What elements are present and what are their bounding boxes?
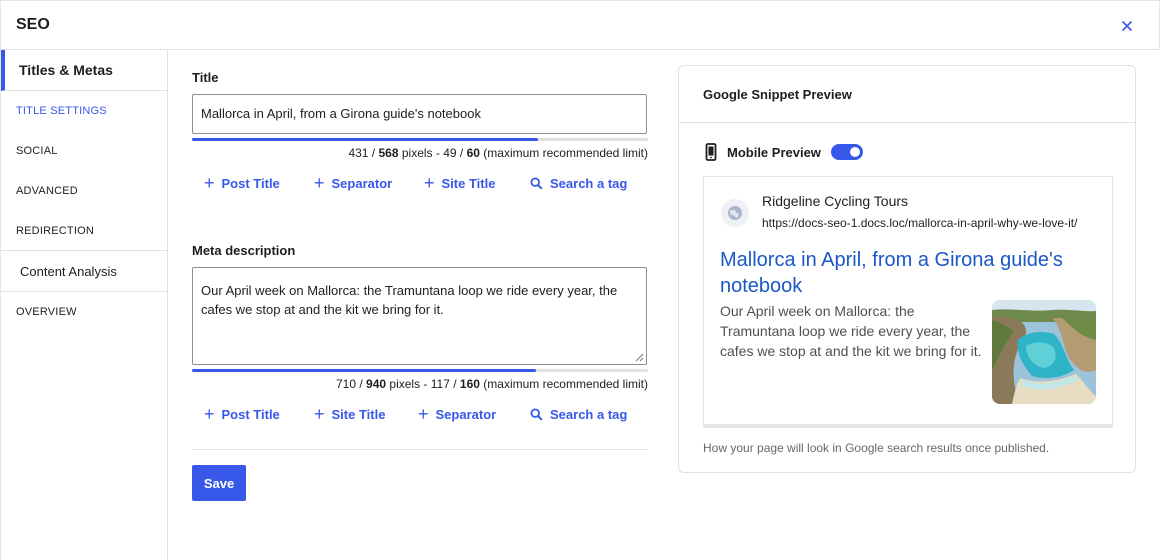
plus-icon: + <box>424 173 435 193</box>
plus-icon: + <box>314 173 325 193</box>
sidebar-item-overview[interactable]: OVERVIEW <box>1 292 167 332</box>
snippet-description: Our April week on Mallorca: the Tramunta… <box>720 303 982 359</box>
search-icon <box>530 176 543 190</box>
meta-chars-used: 117 <box>430 377 450 391</box>
smartphone-icon <box>705 143 717 161</box>
tag-label: Search a tag <box>550 175 628 191</box>
plus-icon: + <box>204 173 215 193</box>
meta-counter: 710 / 940 pixels - 117 / 160 (maximum re… <box>335 377 648 391</box>
toggle-knob <box>849 147 860 157</box>
search-icon <box>530 407 543 421</box>
title-pixels-used: 431 <box>348 146 369 160</box>
tab-titles-metas[interactable]: Titles & Metas <box>1 50 167 91</box>
save-button[interactable]: Save <box>192 465 246 501</box>
preview-divider <box>679 122 1135 123</box>
meta-pixel-bar-fill <box>192 369 537 372</box>
title-chars-used: 49 <box>443 146 457 160</box>
meta-pixel-bar <box>192 369 648 372</box>
title-pixel-bar-fill <box>192 138 539 141</box>
title-tag-search[interactable]: Search a tag <box>530 174 627 192</box>
meta-chars-max: 160 <box>459 377 480 391</box>
sidebar-item-title-settings[interactable]: TITLE SETTINGS <box>1 91 167 131</box>
meta-textarea-value: Our April week on Mallorca: the Tramunta… <box>201 283 618 317</box>
meta-description-textarea[interactable]: Our April week on Mallorca: the Tramunta… <box>192 267 647 365</box>
title-chars-max: 60 <box>466 146 480 160</box>
snippet-url: https://docs-seo-1.docs.loc/mallorca-in-… <box>762 216 1078 230</box>
title-label: Title <box>192 70 219 85</box>
google-snippet: Ridgeline Cycling Tours https://docs-seo… <box>703 176 1113 428</box>
plus-icon: + <box>418 404 429 424</box>
tag-label: Post Title <box>221 406 280 422</box>
tag-label: Separator <box>331 175 393 191</box>
title-tag-post-title[interactable]: + Post Title <box>204 174 314 192</box>
meta-limit-note: (maximum recommended limit) <box>483 377 648 391</box>
snippet-site-name: Ridgeline Cycling Tours <box>762 193 909 209</box>
meta-label: Meta description <box>192 243 296 258</box>
title-tag-separator[interactable]: + Separator <box>314 174 424 192</box>
plus-icon: + <box>204 404 215 424</box>
close-icon <box>1121 20 1133 32</box>
meta-tag-separator[interactable]: + Separator <box>418 405 530 423</box>
tag-label: Site Title <box>441 175 496 191</box>
preview-title: Google Snippet Preview <box>703 87 852 102</box>
beach-cove-image <box>992 300 1096 404</box>
modal-header: SEO <box>0 0 1160 50</box>
mobile-preview-toggle[interactable] <box>830 144 863 160</box>
title-tag-site-title[interactable]: + Site Title <box>424 174 530 192</box>
tag-label: Post Title <box>221 175 280 191</box>
sidebar-item-advanced[interactable]: ADVANCED <box>1 171 167 211</box>
tag-label: Site Title <box>331 406 386 422</box>
mobile-preview-label: Mobile Preview <box>727 144 821 160</box>
snippet-title-link[interactable]: Mallorca in April, from a Girona guide's… <box>720 247 1100 299</box>
tab-content-analysis[interactable]: Content Analysis <box>1 251 167 292</box>
title-input[interactable]: Mallorca in April, from a Girona guide's… <box>192 94 647 134</box>
modal-title: SEO <box>16 16 50 33</box>
globe-icon <box>721 199 749 227</box>
meta-pixels-max: 940 <box>366 377 387 391</box>
close-button[interactable] <box>1117 16 1137 36</box>
title-pixel-bar <box>192 138 648 141</box>
meta-tag-row: + Post Title + Site Title + Separator Searc… <box>204 405 627 423</box>
tag-label: Separator <box>435 406 497 422</box>
meta-tag-site-title[interactable]: + Site Title <box>314 405 418 423</box>
title-counter: 431 / 568 pixels - 49 / 60 (maximum reco… <box>348 146 648 160</box>
title-limit-note: (maximum recommended limit) <box>483 146 648 160</box>
meta-pixels-used: 710 <box>335 377 357 391</box>
sidebar-item-redirection[interactable]: REDIRECTION <box>1 211 167 251</box>
title-tag-row: + Post Title + Separator + Site Title Searc… <box>204 174 627 192</box>
meta-tag-search[interactable]: Search a tag <box>530 405 627 423</box>
preview-footnote: How your page will look in Google search… <box>703 441 1050 455</box>
meta-tag-post-title[interactable]: + Post Title <box>204 405 314 423</box>
title-pixels-max: 568 <box>378 146 399 160</box>
sidebar-item-social[interactable]: SOCIAL <box>1 131 167 171</box>
title-pixels-word: pixels <box>401 146 433 160</box>
resize-handle-icon[interactable] <box>635 353 644 362</box>
form-divider <box>192 449 648 450</box>
snippet-thumbnail <box>992 300 1096 404</box>
meta-pixels-word: pixels <box>389 377 421 391</box>
sidebar: Titles & Metas TITLE SETTINGS SOCIAL ADV… <box>0 50 168 560</box>
title-input-value: Mallorca in April, from a Girona guide's… <box>201 106 481 121</box>
tag-label: Search a tag <box>550 406 628 422</box>
snippet-preview-card: Google Snippet Preview Mobile Preview Ri… <box>678 65 1136 473</box>
mobile-preview-row: Mobile Preview <box>705 143 863 161</box>
plus-icon: + <box>314 404 325 424</box>
